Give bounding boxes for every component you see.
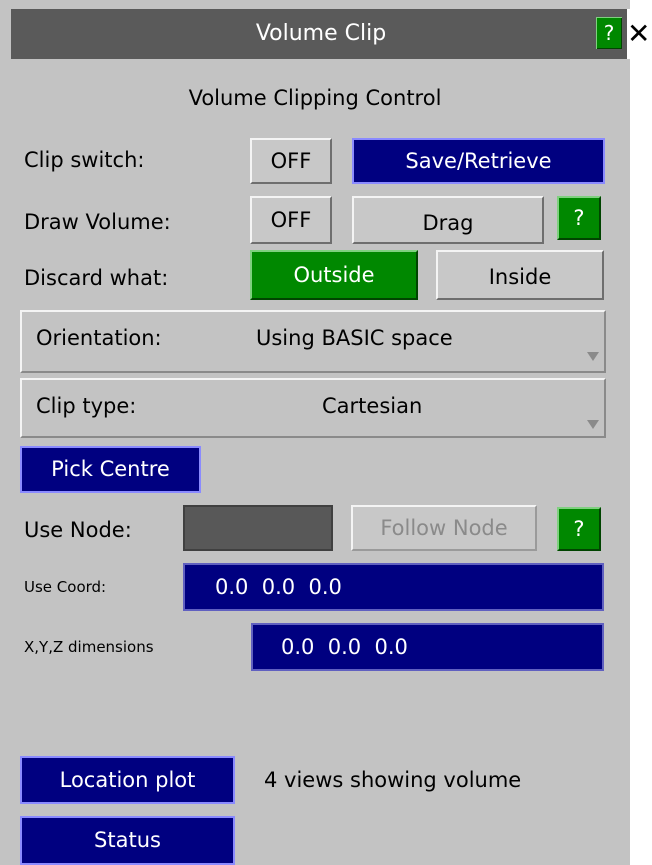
panel-heading: Volume Clipping Control <box>188 86 442 110</box>
chevron-down-icon <box>587 420 599 429</box>
title-help-button[interactable]: ? <box>596 17 622 49</box>
orientation-dropdown[interactable]: Orientation: Using BASIC space <box>20 310 606 373</box>
draw-volume-label: Draw Volume: <box>24 210 171 234</box>
dimensions-field[interactable]: 0.0 0.0 0.0 <box>251 623 604 671</box>
drag-button[interactable]: Drag <box>352 196 544 244</box>
discard-inside-button[interactable]: Inside <box>436 250 604 300</box>
use-node-input[interactable] <box>183 505 333 551</box>
orientation-label: Orientation: <box>36 326 162 350</box>
discard-outside-button[interactable]: Outside <box>250 250 418 300</box>
use-node-help-button[interactable]: ? <box>557 507 601 551</box>
title-bar: Volume Clip ? ✕ <box>11 9 652 59</box>
status-button[interactable]: Status <box>20 816 235 865</box>
location-plot-button[interactable]: Location plot <box>20 756 235 804</box>
use-coord-field[interactable]: 0.0 0.0 0.0 <box>183 563 604 611</box>
window-title: Volume Clip <box>255 21 387 46</box>
clip-type-dropdown[interactable]: Clip type: Cartesian <box>20 378 606 438</box>
orientation-value: Using BASIC space <box>256 326 453 350</box>
chevron-down-icon <box>587 352 599 361</box>
draw-volume-toggle[interactable]: OFF <box>250 196 332 244</box>
pick-centre-button[interactable]: Pick Centre <box>20 446 201 493</box>
dimensions-label: X,Y,Z dimensions <box>24 638 154 656</box>
use-node-label: Use Node: <box>24 518 132 542</box>
clip-switch-toggle[interactable]: OFF <box>250 138 332 184</box>
close-icon[interactable]: ✕ <box>627 9 652 59</box>
save-retrieve-button[interactable]: Save/Retrieve <box>352 138 605 184</box>
clip-type-label: Clip type: <box>36 394 137 418</box>
use-coord-label: Use Coord: <box>24 578 107 596</box>
follow-node-button[interactable]: Follow Node <box>351 505 537 551</box>
views-status-text: 4 views showing volume <box>264 768 522 792</box>
draw-volume-help-button[interactable]: ? <box>557 196 601 240</box>
discard-label: Discard what: <box>24 266 169 290</box>
clip-switch-label: Clip switch: <box>24 148 145 172</box>
clip-type-value: Cartesian <box>322 394 423 418</box>
